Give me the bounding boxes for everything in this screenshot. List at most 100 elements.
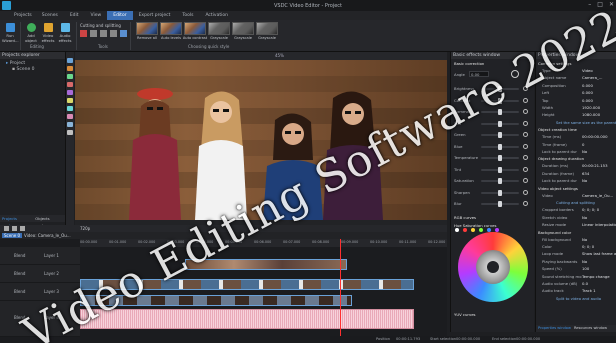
property-value[interactable]: 0 xyxy=(582,142,584,147)
play-icon[interactable] xyxy=(4,226,9,231)
property-value[interactable]: 00:00:00.000 xyxy=(582,134,608,139)
reset-icon[interactable] xyxy=(523,109,528,114)
text-tool-icon[interactable] xyxy=(67,66,73,71)
zoom-select[interactable]: 45% xyxy=(275,53,284,58)
reset-icon[interactable] xyxy=(523,143,528,149)
menu-tools[interactable]: Tools xyxy=(176,13,199,18)
tab-objects-explorer[interactable]: Objects explorer xyxy=(35,215,65,228)
slider-knob[interactable] xyxy=(498,132,502,138)
slider-knob[interactable] xyxy=(498,120,502,127)
slider-knob[interactable] xyxy=(498,143,502,150)
audio-tool-icon[interactable] xyxy=(67,98,73,103)
property-label[interactable]: Cutting and splitting xyxy=(556,200,595,205)
section-rgb-curves[interactable]: RGB curves xyxy=(454,215,476,220)
playhead[interactable] xyxy=(340,239,341,343)
cut-icon[interactable] xyxy=(80,30,87,37)
property-value[interactable]: 00:00:21.153 xyxy=(582,163,608,168)
menu-activation[interactable]: Activation xyxy=(199,13,234,18)
property-label[interactable]: Split to video and audio xyxy=(556,296,601,301)
effect-slider[interactable] xyxy=(481,166,519,173)
property-value[interactable]: 1920.000 xyxy=(582,105,600,110)
effect-slider[interactable] xyxy=(481,178,519,184)
paste-icon[interactable] xyxy=(100,30,107,37)
mask-tool-icon[interactable] xyxy=(67,122,73,127)
zoom-tool-icon[interactable] xyxy=(67,130,73,135)
property-value[interactable]: No xyxy=(582,178,587,183)
effect-slider[interactable] xyxy=(481,201,519,207)
menu-scenes[interactable]: Scenes xyxy=(36,13,64,18)
style-grayscale-thumb[interactable] xyxy=(256,22,278,35)
property-value[interactable]: 634 xyxy=(582,171,589,176)
menu-view[interactable]: View xyxy=(85,13,108,18)
copy-icon[interactable] xyxy=(90,30,97,37)
style-grayscale-thumb[interactable] xyxy=(208,22,230,35)
resolution-select[interactable]: 720p xyxy=(80,226,90,231)
property-value[interactable]: Linear interpolation xyxy=(582,222,616,227)
color-swatch[interactable] xyxy=(463,228,467,232)
tab-properties-window[interactable]: Properties window xyxy=(538,325,571,332)
color-wheel[interactable] xyxy=(458,232,528,302)
stop-icon[interactable] xyxy=(12,226,17,231)
menu-export-project[interactable]: Export project xyxy=(133,13,177,18)
audio-effects-button[interactable]: Audio effects xyxy=(57,23,73,43)
video-tool-icon[interactable] xyxy=(67,90,73,95)
style-auto-contrast-thumb[interactable] xyxy=(184,22,206,35)
effect-slider[interactable] xyxy=(481,155,519,161)
tab-video-object[interactable]: Video: Camera_le_Ou... xyxy=(22,233,73,238)
color-swatch[interactable] xyxy=(479,228,483,232)
property-value[interactable]: Track 1 xyxy=(582,288,596,293)
slider-knob[interactable] xyxy=(498,189,502,196)
slider-knob[interactable] xyxy=(498,178,502,184)
properties-section[interactable]: Object creation time xyxy=(538,127,577,132)
property-value[interactable]: Camera_... xyxy=(582,75,602,80)
property-value[interactable]: 0.000 xyxy=(582,83,593,88)
effect-slider[interactable] xyxy=(481,143,519,150)
property-value[interactable]: 0; 0; 0 xyxy=(582,244,594,249)
reset-icon[interactable] xyxy=(523,201,528,206)
style-grayscale-thumb[interactable] xyxy=(232,22,254,35)
delete-icon[interactable] xyxy=(110,30,117,37)
slider-knob[interactable] xyxy=(498,166,502,173)
pointer-tool-icon[interactable] xyxy=(67,58,73,63)
properties-section[interactable]: Video object settings xyxy=(538,186,578,191)
reset-icon[interactable] xyxy=(523,155,528,160)
slider-knob[interactable] xyxy=(498,155,502,161)
property-value[interactable]: 100 xyxy=(582,266,589,271)
tab-projects-explorer[interactable]: Projects explorer xyxy=(2,215,32,228)
section-basic-correction[interactable]: Basic correction xyxy=(454,61,484,66)
chart-tool-icon[interactable] xyxy=(67,106,73,111)
property-value[interactable]: Show last frame at... xyxy=(582,251,616,256)
menu-edit[interactable]: Edit xyxy=(64,13,85,18)
property-value[interactable]: No xyxy=(582,149,587,154)
menu-projects[interactable]: Projects xyxy=(0,13,36,18)
tree-item-scene[interactable]: ▪ Scene 0 xyxy=(12,67,35,72)
menu-editor[interactable]: Editor xyxy=(107,11,133,20)
reset-icon[interactable] xyxy=(523,120,528,126)
property-label[interactable]: Set the same size as the parent has xyxy=(556,120,616,125)
rewind-icon[interactable] xyxy=(20,226,25,231)
properties-section[interactable]: Object drawing duration xyxy=(538,156,584,161)
effect-slider[interactable] xyxy=(481,132,519,138)
add-object-button[interactable]: Add object xyxy=(23,23,39,43)
tree-item-project[interactable]: ▸ Project xyxy=(6,61,25,66)
style-remove-all-thumb[interactable] xyxy=(136,22,158,35)
slider-knob[interactable] xyxy=(498,201,502,207)
property-value[interactable]: No xyxy=(582,237,587,242)
reset-icon[interactable] xyxy=(523,178,528,183)
split-icon[interactable] xyxy=(120,30,127,37)
image-tool-icon[interactable] xyxy=(67,82,73,87)
effect-slider[interactable] xyxy=(481,120,519,127)
tab-scene-0[interactable]: Scene 0 xyxy=(2,233,23,238)
property-value[interactable]: 0; 0; 0; 0 xyxy=(582,207,599,212)
reset-icon[interactable] xyxy=(523,132,528,137)
effect-slider[interactable] xyxy=(481,189,519,196)
reset-icon[interactable] xyxy=(523,189,528,195)
style-auto-levels-thumb[interactable] xyxy=(160,22,182,35)
audio-clip[interactable] xyxy=(80,309,414,329)
reset-icon[interactable] xyxy=(523,166,528,172)
sprite-tool-icon[interactable] xyxy=(67,114,73,119)
property-value[interactable]: No xyxy=(582,215,587,220)
property-value[interactable]: 0.0 xyxy=(582,281,588,286)
minimize-icon[interactable]: – xyxy=(588,1,591,8)
property-value[interactable]: No xyxy=(582,259,587,264)
